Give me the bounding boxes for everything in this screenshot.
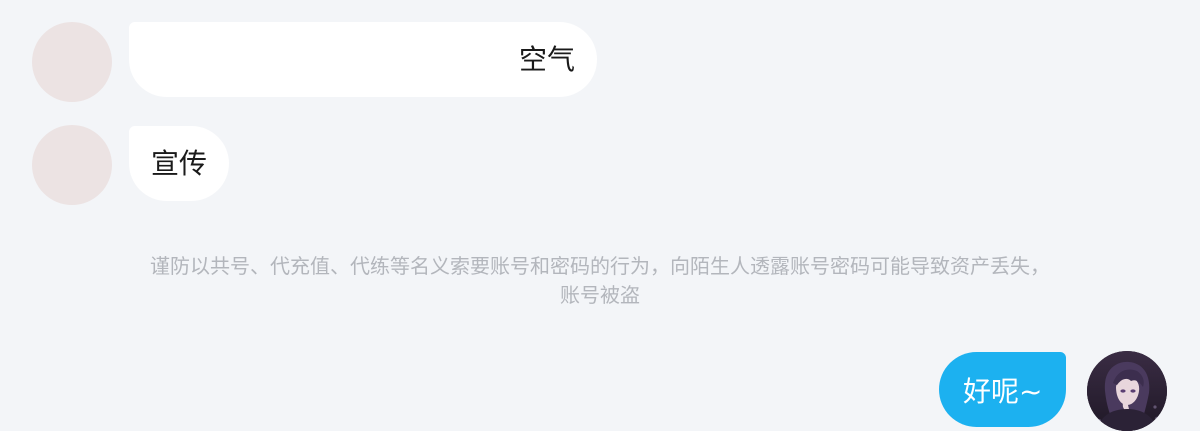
incoming-message-bubble[interactable]: 空气 bbox=[129, 22, 597, 97]
outgoing-message-bubble[interactable]: 好呢~ bbox=[939, 352, 1067, 427]
notice-line: 谨防以共号、代充值、代练等名义索要账号和密码的行为，向陌生人透露账号密码可能导致… bbox=[150, 254, 1050, 278]
notice-line: 账号被盗 bbox=[560, 283, 640, 307]
message-text: 好呢~ bbox=[963, 374, 1043, 408]
incoming-message-bubble[interactable]: 宣传 bbox=[129, 126, 230, 201]
user-avatar[interactable] bbox=[1087, 351, 1167, 431]
message-text: 空气 bbox=[518, 42, 575, 76]
contact-avatar[interactable] bbox=[32, 22, 112, 102]
security-notice: 谨防以共号、代充值、代练等名义索要账号和密码的行为，向陌生人透露账号密码可能导致… bbox=[40, 252, 1160, 310]
message-text: 宣传 bbox=[151, 146, 208, 180]
user-avatar-image bbox=[1087, 351, 1167, 431]
contact-avatar[interactable] bbox=[32, 125, 112, 205]
